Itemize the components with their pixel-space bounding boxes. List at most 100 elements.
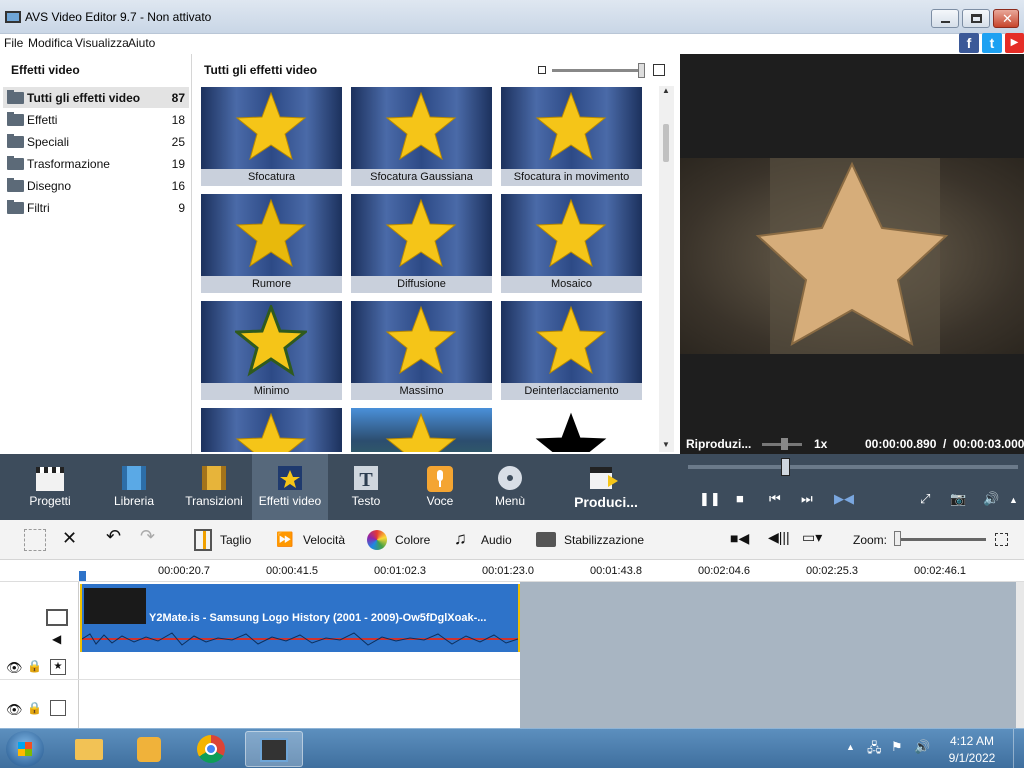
scroll-down-icon[interactable]: ▼: [662, 440, 670, 449]
menu-file[interactable]: File: [4, 36, 23, 50]
audio-track-speaker-icon[interactable]: ◀: [52, 632, 61, 646]
category-speciali[interactable]: Speciali 25: [3, 131, 189, 152]
zoom-slider[interactable]: [894, 538, 986, 541]
twitter-icon[interactable]: t: [982, 33, 1002, 53]
video-clip[interactable]: Y2Mate.is - Samsung Logo History (2001 -…: [80, 584, 520, 652]
stabilization-button[interactable]: Stabilizzazione: [536, 529, 646, 551]
volume-tray-icon[interactable]: 🔊: [914, 739, 930, 755]
effect-tile[interactable]: Rumore: [201, 194, 342, 293]
scrollbar-thumb[interactable]: [663, 124, 669, 162]
display-mode-icon[interactable]: ▭▾: [802, 529, 822, 551]
speaker-icon[interactable]: 🔊: [983, 491, 999, 507]
playhead-marker[interactable]: [79, 571, 86, 581]
folder-icon: [7, 156, 24, 170]
effect-tile[interactable]: [201, 408, 342, 452]
thumb-size-small-icon[interactable]: [538, 66, 546, 74]
svg-text:T: T: [359, 469, 373, 491]
grid-scrollbar[interactable]: ▲ ▼: [659, 86, 674, 452]
effect-tile[interactable]: [351, 408, 492, 452]
scroll-up-icon[interactable]: ▲: [662, 86, 670, 95]
menu-visualizza[interactable]: Visualizza: [75, 36, 129, 50]
lock-icon[interactable]: 🔒: [27, 701, 42, 715]
playback-speed[interactable]: 1x: [814, 437, 827, 451]
menu-modifica[interactable]: Modifica: [28, 36, 73, 50]
taskbar-avs-editor[interactable]: [245, 731, 303, 767]
dock-produci[interactable]: Produci...: [566, 454, 646, 520]
category-count: 9: [178, 201, 185, 215]
show-desktop-button[interactable]: [1013, 729, 1024, 769]
volume-slider-handle[interactable]: [781, 438, 788, 450]
lock-icon[interactable]: 🔒: [27, 659, 42, 673]
visibility-eye-icon[interactable]: 👁: [6, 702, 23, 718]
ruler-tick: 00:02:25.3: [806, 565, 858, 577]
previous-frame-icon[interactable]: ⏮: [769, 491, 781, 507]
thumb-size-slider-handle[interactable]: [638, 63, 645, 78]
maximize-button[interactable]: [962, 9, 990, 28]
menu-bar: File Modifica Visualizza Aiuto: [0, 34, 1024, 54]
thumb-size-slider[interactable]: [552, 69, 644, 72]
taskbar-media-player[interactable]: [120, 731, 178, 767]
category-all[interactable]: Tutti gli effetti video 87: [3, 87, 189, 108]
visibility-eye-icon[interactable]: 👁: [6, 660, 23, 676]
dock-menu[interactable]: Menù: [472, 454, 548, 520]
volume-arrow-icon[interactable]: ▲: [1009, 495, 1018, 505]
folder-icon: [7, 134, 24, 148]
thumb-size-large-icon[interactable]: [653, 64, 665, 76]
dock-voce[interactable]: Voce: [402, 454, 478, 520]
next-frame-icon[interactable]: ⏭: [801, 491, 813, 507]
snap-icon[interactable]: ■◀: [730, 530, 749, 552]
split-screen-icon[interactable]: ▶◀: [834, 491, 854, 507]
star-icon: [535, 305, 607, 375]
stop-icon[interactable]: ■: [736, 491, 744, 506]
speed-button[interactable]: ⏩ Velocità: [276, 529, 346, 551]
zoom-fit-icon[interactable]: [995, 533, 1008, 546]
effect-tile[interactable]: Sfocatura in movimento: [501, 87, 642, 186]
network-icon[interactable]: 🖧: [867, 739, 882, 761]
dock-transizioni[interactable]: Transizioni: [176, 454, 252, 520]
facebook-icon[interactable]: f: [959, 33, 979, 53]
color-button[interactable]: Colore: [367, 529, 430, 551]
effect-tile[interactable]: [501, 408, 642, 452]
timeline-scrollbar[interactable]: [1016, 582, 1024, 728]
dock-libreria[interactable]: Libreria: [96, 454, 172, 520]
effect-tile[interactable]: Deinterlacciamento: [501, 301, 642, 400]
menu-aiuto[interactable]: Aiuto: [128, 36, 155, 50]
audio-button[interactable]: ♫ Audio: [454, 529, 514, 551]
audio-mixer-icon[interactable]: ◀|||: [768, 529, 790, 551]
redo-icon[interactable]: ↷: [140, 526, 155, 548]
show-hidden-icons[interactable]: ▲: [846, 742, 855, 752]
seek-slider-handle[interactable]: [781, 458, 790, 476]
storyboard-toggle-icon[interactable]: [24, 529, 46, 551]
start-button[interactable]: [6, 731, 44, 767]
dock-effetti-video[interactable]: Effetti video: [252, 454, 328, 520]
dock-testo[interactable]: T Testo: [328, 454, 404, 520]
category-trasformazione[interactable]: Trasformazione 19: [3, 153, 189, 174]
effect-tile[interactable]: Massimo: [351, 301, 492, 400]
minimize-button[interactable]: [931, 9, 959, 28]
system-clock[interactable]: 4:12 AM 9/1/2022: [942, 733, 1002, 767]
effect-tile[interactable]: Mosaico: [501, 194, 642, 293]
timeline-ruler[interactable]: 00:00:20.7 00:00:41.5 00:01:02.3 00:01:2…: [0, 560, 1024, 582]
category-filtri[interactable]: Filtri 9: [3, 197, 189, 218]
undo-icon[interactable]: ↶: [106, 526, 121, 548]
seek-slider[interactable]: [688, 465, 1018, 469]
fullscreen-icon[interactable]: ⤢: [920, 491, 930, 507]
taskbar-explorer[interactable]: [60, 731, 118, 767]
snapshot-camera-icon[interactable]: 📷: [950, 491, 966, 507]
effect-tile[interactable]: Diffusione: [351, 194, 492, 293]
effect-tile[interactable]: Sfocatura: [201, 87, 342, 186]
effect-tile[interactable]: Minimo: [201, 301, 342, 400]
youtube-icon[interactable]: ▶: [1005, 33, 1024, 53]
timeline-empty-area[interactable]: [520, 582, 1016, 728]
action-center-icon[interactable]: ⚑: [891, 739, 903, 755]
effect-tile[interactable]: Sfocatura Gaussiana: [351, 87, 492, 186]
pause-icon[interactable]: ❚❚: [699, 491, 721, 507]
taskbar-chrome[interactable]: [182, 731, 240, 767]
category-effetti[interactable]: Effetti 18: [3, 109, 189, 130]
zoom-slider-handle[interactable]: [894, 531, 901, 546]
close-button[interactable]: ✕: [993, 9, 1019, 28]
trim-button[interactable]: Taglio: [194, 529, 256, 551]
delete-icon[interactable]: ✕: [62, 528, 77, 550]
dock-progetti[interactable]: Progetti: [12, 454, 88, 520]
category-disegno[interactable]: Disegno 16: [3, 175, 189, 196]
